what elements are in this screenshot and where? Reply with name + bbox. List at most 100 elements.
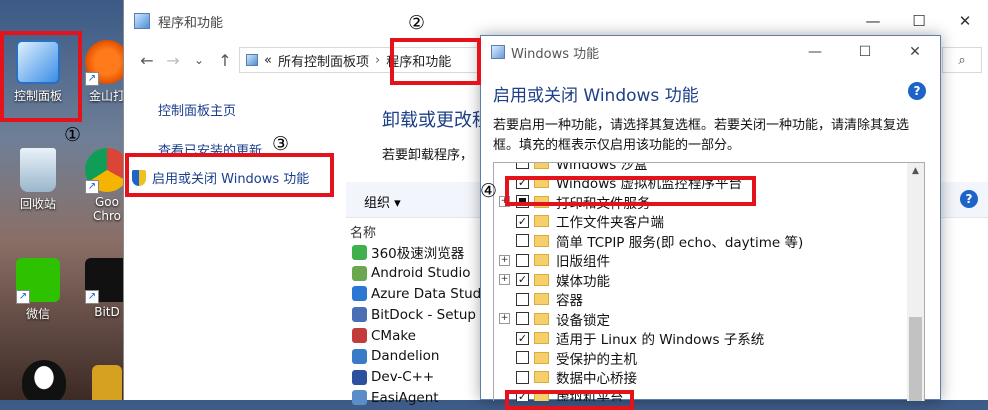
desktop-icon-wechat[interactable]: ↗ 微信	[8, 258, 68, 322]
feature-checkbox[interactable]: ✓	[516, 273, 529, 287]
shortcut-arrow-icon: ↗	[85, 72, 99, 86]
help-icon[interactable]: ?	[908, 82, 926, 100]
up-button[interactable]: ↑	[212, 51, 238, 70]
program-icon	[352, 265, 367, 281]
program-row[interactable]: EasiAgent	[352, 388, 488, 409]
feature-label: 数据中心桥接	[556, 371, 637, 388]
maximize-button[interactable]: ☐	[840, 36, 890, 68]
control-panel-home-link[interactable]: 控制面板主页	[158, 100, 236, 119]
dialog-controls: — ☐ ✕	[790, 36, 940, 68]
program-row[interactable]: Dandelion	[352, 346, 488, 367]
shortcut-arrow-icon: ↗	[16, 290, 30, 304]
feature-row[interactable]: 数据中心桥接	[494, 368, 637, 388]
feature-row[interactable]: 受保护的主机	[494, 348, 637, 368]
close-button[interactable]: ✕	[942, 0, 988, 42]
scroll-thumb[interactable]	[909, 317, 922, 401]
program-name: Android Studio	[371, 265, 471, 282]
recent-locations-button[interactable]: ⌄	[186, 53, 212, 67]
dialog-heading: 启用或关闭 Windows 功能	[493, 86, 699, 106]
program-row[interactable]: Dev-C++	[352, 367, 488, 388]
organize-menu[interactable]: 组织 ▾	[364, 192, 401, 211]
minimize-button[interactable]: —	[790, 36, 840, 68]
expand-icon[interactable]: +	[499, 313, 510, 325]
feature-checkbox[interactable]	[516, 351, 529, 365]
folder-icon	[534, 254, 549, 267]
program-row[interactable]: BitDock - Setup v	[352, 304, 488, 325]
highlight-box	[0, 31, 82, 122]
app-icon: ↗	[85, 40, 128, 86]
program-name: BitDock - Setup v	[371, 306, 489, 323]
program-row[interactable]: CMake	[352, 325, 488, 346]
left-pane: 控制面板主页 查看已安装的更新 启用或关闭 Windows 功能	[124, 78, 344, 400]
address-overflow[interactable]: «	[264, 53, 272, 68]
tree-scrollbar[interactable]: ▲	[907, 163, 924, 401]
feature-checkbox[interactable]: ✓	[516, 331, 529, 345]
windows-features-icon	[491, 45, 505, 59]
column-header-name[interactable]: 名称	[350, 222, 376, 241]
folder-icon	[534, 332, 549, 345]
feature-label: 旧版组件	[556, 254, 610, 271]
feature-checkbox[interactable]: ✓	[516, 214, 529, 228]
program-icon	[352, 328, 367, 344]
feature-row[interactable]: ✓ 适用于 Linux 的 Windows 子系统	[494, 329, 765, 349]
feature-checkbox[interactable]	[516, 312, 529, 326]
feature-label: 适用于 Linux 的 Windows 子系统	[556, 332, 765, 349]
feature-row[interactable]: + 旧版组件	[494, 251, 610, 271]
program-name: Dev-C++	[371, 369, 435, 386]
feature-row[interactable]: 容器	[494, 290, 583, 309]
scroll-up-icon[interactable]: ▲	[907, 163, 924, 180]
close-button[interactable]: ✕	[890, 36, 940, 68]
program-icon	[352, 369, 367, 385]
feature-checkbox[interactable]	[516, 370, 529, 384]
program-name: EasiAgent	[371, 389, 439, 406]
desktop-icon-chrome[interactable]: ↗ Goo Chro	[82, 148, 128, 223]
program-row[interactable]: 360极速浏览器	[352, 242, 488, 263]
program-name: Dandelion	[371, 348, 440, 365]
expand-icon[interactable]: +	[499, 254, 510, 266]
folder-icon	[534, 351, 549, 364]
annotation-2: ②	[408, 12, 426, 34]
feature-checkbox[interactable]	[516, 292, 529, 306]
desktop-icon-bitdock[interactable]: ↗ BitD	[82, 258, 128, 319]
feature-row[interactable]: + 设备锁定	[494, 309, 610, 329]
highlight-box	[125, 153, 334, 197]
breadcrumb-all-items[interactable]: 所有控制面板项	[278, 51, 369, 70]
feature-label: 工作文件夹客户端	[556, 215, 664, 232]
feature-label: 受保护的主机	[556, 351, 637, 368]
desktop-icon-wps[interactable]: ↗ 金山打	[82, 40, 128, 104]
dialog-description: 若要启用一种功能，请选择其复选框。若要关闭一种功能，请清除其复选框。填充的框表示…	[493, 118, 910, 153]
feature-checkbox[interactable]	[516, 234, 529, 248]
feature-label: Windows 沙盒	[556, 162, 648, 173]
feature-row[interactable]: ✓ 工作文件夹客户端	[494, 212, 664, 232]
control-panel-small-icon	[246, 54, 258, 66]
program-icon	[352, 286, 367, 302]
windows-features-dialog: Windows 功能 — ☐ ✕ 启用或关闭 Windows 功能 ? 若要启用…	[480, 35, 941, 401]
folder-icon	[534, 293, 549, 306]
program-row[interactable]: Android Studio	[352, 263, 488, 284]
annotation-1: ①	[64, 124, 82, 146]
help-icon[interactable]: ?	[960, 190, 978, 208]
feature-row[interactable]: + ✓ 媒体功能	[494, 270, 610, 290]
desktop-icon-label: 回收站	[19, 197, 56, 211]
folder-icon	[534, 234, 549, 247]
dialog-title: Windows 功能	[511, 46, 600, 62]
app-icon	[92, 365, 122, 400]
program-name: CMake	[371, 327, 416, 344]
expand-icon[interactable]: +	[499, 274, 510, 286]
desktop-icon-partial[interactable]	[92, 365, 122, 400]
annotation-3: ③	[272, 133, 290, 155]
desktop-icon-recycle-bin[interactable]: 回收站	[8, 148, 68, 212]
desktop-icon-qq[interactable]	[14, 360, 74, 400]
feature-row[interactable]: 简单 TCPIP 服务(即 echo、daytime 等)	[494, 231, 803, 251]
feature-checkbox[interactable]	[516, 253, 529, 267]
back-button[interactable]: ←	[134, 51, 160, 70]
feature-row[interactable]: Windows 沙盒	[494, 162, 648, 173]
program-icon	[352, 348, 367, 364]
shortcut-arrow-icon: ↗	[85, 180, 99, 194]
search-input[interactable]: ⌕	[942, 47, 982, 73]
program-row[interactable]: Azure Data Studi	[352, 284, 488, 305]
annotation-4: ④	[480, 180, 498, 202]
forward-button[interactable]: →	[160, 51, 186, 70]
feature-checkbox[interactable]	[516, 163, 529, 170]
search-icon: ⌕	[958, 52, 966, 68]
